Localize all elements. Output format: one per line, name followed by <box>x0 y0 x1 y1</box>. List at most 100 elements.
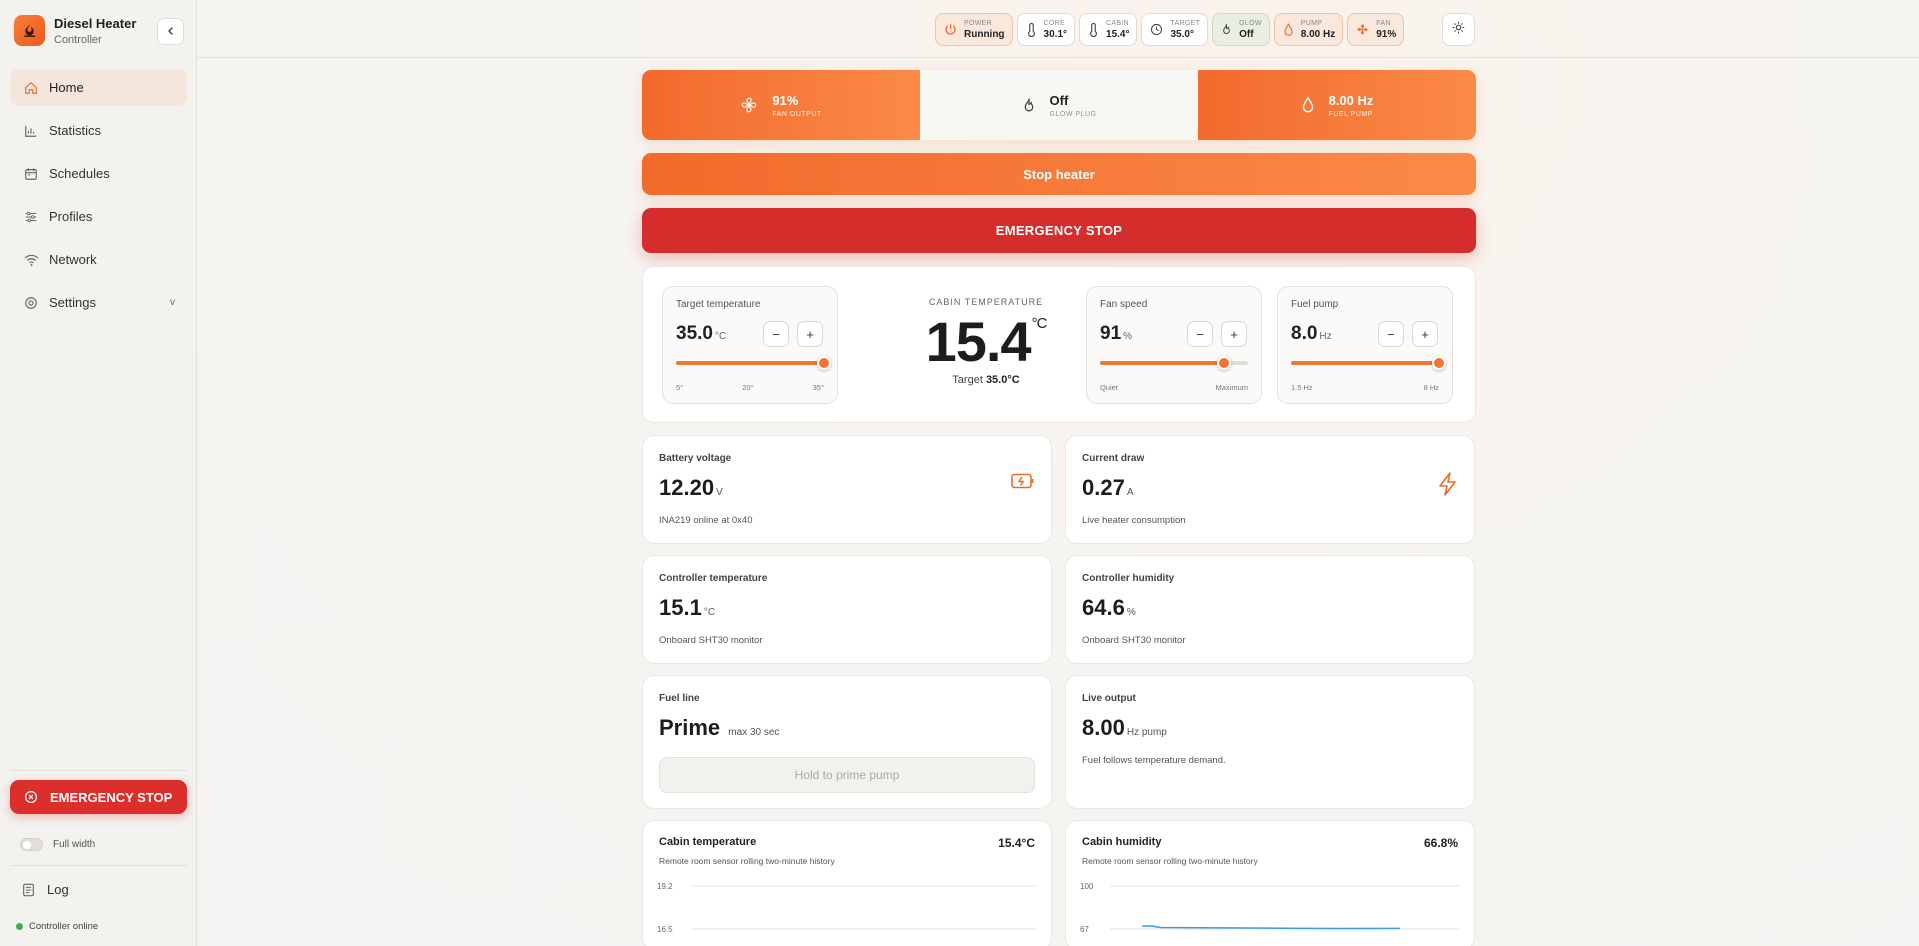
fan-slider[interactable] <box>1100 356 1248 370</box>
pump-increase-button[interactable]: + <box>1412 321 1438 347</box>
strip-label: FUEL PUMP <box>1328 110 1373 118</box>
pump-value: 8.0 <box>1291 323 1318 344</box>
chip-core[interactable]: CORE 30.1° <box>1016 13 1076 46</box>
card-value: 64.6% <box>1082 595 1458 621</box>
card-title: Current draw <box>1082 453 1145 464</box>
fan-slider-handle[interactable] <box>1217 356 1232 370</box>
target-slider[interactable] <box>676 356 831 370</box>
sun-icon <box>1452 21 1465 39</box>
sidebar-item-label: Statistics <box>49 123 102 138</box>
controller-status: Controller online <box>16 921 98 932</box>
chip-target[interactable]: TARGET 35.0° <box>1141 13 1209 46</box>
top-bar: POWER Running CORE 30.1° CABIN 15.4° TARGET… <box>197 0 1919 58</box>
pump-decrease-button[interactable]: − <box>1378 321 1404 347</box>
chip-power[interactable]: POWER Running <box>935 13 1013 46</box>
home-icon <box>23 80 39 96</box>
fuel-line-limit: max 30 sec <box>728 727 780 738</box>
tick-label: 1.5 Hz <box>1291 383 1313 392</box>
chip-label: CORE <box>1043 19 1065 27</box>
hold-to-prime-button[interactable]: Hold to prime pump <box>659 757 1035 793</box>
chip-fan[interactable]: FAN 91% <box>1347 13 1405 46</box>
emergency-stop-button[interactable]: EMERGENCY STOP <box>642 208 1476 253</box>
chevron-left-icon <box>166 25 176 39</box>
chip-value: 91% <box>1376 28 1397 40</box>
pump-slider-handle[interactable] <box>1432 356 1446 370</box>
card-subtitle: Live heater consumption <box>1082 515 1186 526</box>
live-output-unit: Hz pump <box>1126 727 1167 738</box>
wifi-icon <box>23 252 39 268</box>
target-decrease-button[interactable]: − <box>763 321 789 347</box>
sidebar-divider <box>10 865 187 866</box>
sidebar-item-settings[interactable]: Settings v <box>10 284 187 321</box>
chart-title: Cabin humidity <box>1082 836 1162 848</box>
document-icon <box>22 883 35 897</box>
theme-toggle-button[interactable] <box>1442 13 1475 46</box>
chip-label: PUMP <box>1300 19 1323 27</box>
y-tick-label: 67 <box>1080 925 1089 934</box>
cabin-target-line: Target 35.0°C <box>886 374 1086 386</box>
cabin-value: 15.4 <box>925 310 1032 373</box>
sidebar-nav: Home Statistics Schedules Profiles Netwo… <box>10 69 187 327</box>
sidebar-item-log[interactable]: Log <box>22 882 69 897</box>
target-slider-handle[interactable] <box>817 356 831 370</box>
fan-speed-control: Fan speed 91% − + Quiet Maximum <box>1086 286 1262 404</box>
bar-chart-icon <box>23 123 39 139</box>
fan-increase-button[interactable]: + <box>1221 321 1247 347</box>
sidebar-item-label: Schedules <box>49 166 110 181</box>
collapse-sidebar-button[interactable] <box>157 18 184 45</box>
stop-heater-button[interactable]: Stop heater <box>642 153 1476 195</box>
chart-title: Cabin temperature <box>659 836 757 848</box>
live-output-card: Live output 8.00 Hz pump Fuel follows tem… <box>1065 675 1475 809</box>
battery-unit: V <box>716 487 723 498</box>
fan-decrease-button[interactable]: − <box>1187 321 1213 347</box>
cabin-temperature-chart-card: Cabin temperature 15.4°C Remote room sen… <box>642 820 1052 946</box>
sidebar: Diesel Heater Controller Home Statistics… <box>0 0 197 946</box>
calendar-icon <box>23 166 39 182</box>
battery-charging-icon <box>1011 472 1035 490</box>
live-output-value: 8.00 <box>1082 715 1125 740</box>
sidebar-item-profiles[interactable]: Profiles <box>10 198 187 235</box>
card-subtitle: Fuel follows temperature demand. <box>1082 755 1226 766</box>
control-title: Fan speed <box>1100 299 1148 310</box>
sliders-icon <box>23 209 39 225</box>
strip-label: FAN OUTPUT <box>772 110 822 118</box>
chip-glow[interactable]: GLOW Off <box>1212 13 1270 46</box>
tick-label: 8 Hz <box>1423 383 1439 392</box>
pump-slider-fill <box>1291 361 1439 365</box>
fan-slider-fill <box>1100 361 1225 365</box>
sidebar-item-network[interactable]: Network <box>10 241 187 278</box>
cabin-unit: °C <box>1031 315 1048 332</box>
sidebar-item-home[interactable]: Home <box>10 69 187 106</box>
fan-slider-ticks: Quiet Maximum <box>1100 383 1248 392</box>
status-chips: POWER Running CORE 30.1° CABIN 15.4° TARGET… <box>935 13 1408 46</box>
sidebar-item-statistics[interactable]: Statistics <box>10 112 187 149</box>
card-value: 15.1 °C <box>659 595 1035 621</box>
control-value: 35.0 °C <box>676 323 726 345</box>
card-value: 12.20 V <box>659 475 1035 501</box>
sidebar-item-label: Profiles <box>49 209 93 224</box>
cabin-temperature-chart: 19.2 16.5 <box>657 882 1037 934</box>
chip-cabin[interactable]: CABIN 15.4° <box>1079 13 1138 46</box>
chip-label: FAN <box>1376 19 1391 27</box>
target-increase-button[interactable]: + <box>797 321 823 347</box>
current-unit: A <box>1126 487 1134 498</box>
card-value: 8.00 Hz pump <box>1082 715 1458 741</box>
fan-value: 91 <box>1100 323 1122 344</box>
target-value: 35.0 <box>676 323 713 344</box>
chip-value: 35.0° <box>1170 28 1194 40</box>
controller-humidity-card: Controller humidity 64.6% Onboard SHT30 … <box>1065 555 1475 664</box>
chart-current-value: 66.8% <box>1423 836 1458 850</box>
thermometer-icon <box>1088 22 1099 37</box>
card-subtitle: Onboard SHT30 monitor <box>659 635 763 646</box>
stop-circle-icon <box>24 790 38 804</box>
full-width-toggle[interactable] <box>20 838 43 851</box>
chip-pump[interactable]: PUMP 8.00 Hz <box>1273 13 1344 46</box>
pump-slider[interactable] <box>1291 356 1446 370</box>
sidebar-emergency-stop-button[interactable]: EMERGENCY STOP <box>10 780 187 814</box>
flame-icon <box>1221 23 1232 36</box>
ctrl-temp-value: 15.1 <box>659 595 702 620</box>
sidebar-item-schedules[interactable]: Schedules <box>10 155 187 192</box>
full-width-toggle-row: Full width <box>20 838 95 851</box>
brand: Diesel Heater Controller <box>14 15 136 46</box>
sidebar-emergency-stop-label: EMERGENCY STOP <box>50 789 173 805</box>
